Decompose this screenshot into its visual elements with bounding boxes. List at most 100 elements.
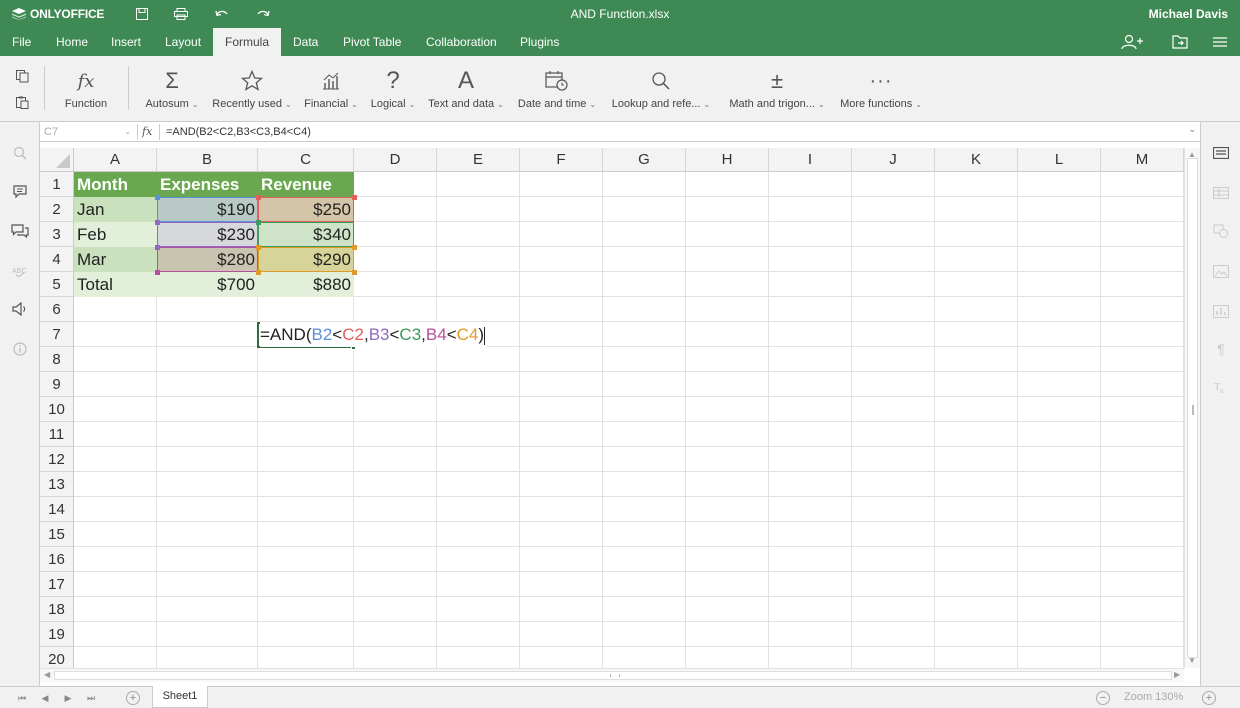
logical-button[interactable]: ? Logical ⌄ — [368, 66, 418, 116]
column-header-i[interactable]: I — [769, 148, 852, 172]
first-sheet-icon[interactable]: ⏮ — [16, 692, 28, 704]
row-header-9[interactable]: 9 — [40, 372, 74, 397]
math-and-trigonometry-button[interactable]: ± Math and trigon... ⌄ — [724, 66, 830, 116]
horizontal-scroll-thumb[interactable] — [54, 671, 1172, 680]
tab-layout[interactable]: Layout — [153, 28, 213, 56]
column-header-c[interactable]: C — [258, 148, 354, 172]
tab-plugins[interactable]: Plugins — [508, 28, 571, 56]
tab-pivot-table[interactable]: Pivot Table — [331, 28, 413, 56]
row-header-16[interactable]: 16 — [40, 547, 74, 572]
row-header-18[interactable]: 18 — [40, 597, 74, 622]
row-header-6[interactable]: 6 — [40, 297, 74, 322]
expand-formula-bar-chevron-down-icon[interactable]: ⌄ — [1188, 124, 1196, 135]
autosum-button[interactable]: Σ Autosum ⌄ — [144, 66, 200, 116]
text-and-data-button[interactable]: A Text and data ⌄ — [426, 66, 506, 116]
ref-handle[interactable] — [155, 270, 160, 275]
search-icon[interactable] — [10, 144, 30, 162]
column-header-m[interactable]: M — [1101, 148, 1184, 172]
row-header-1[interactable]: 1 — [40, 172, 74, 197]
share-user-icon[interactable] — [1120, 33, 1146, 51]
vertical-scrollbar[interactable]: ▲ ▼ — [1184, 148, 1200, 668]
cell-c1[interactable]: Revenue — [258, 172, 354, 197]
column-header-h[interactable]: H — [686, 148, 769, 172]
column-header-l[interactable]: L — [1018, 148, 1101, 172]
paragraph-settings-icon[interactable]: ¶ — [1211, 340, 1231, 358]
save-icon[interactable] — [132, 5, 152, 23]
hamburger-menu-icon[interactable] — [1207, 33, 1233, 51]
open-location-icon[interactable] — [1167, 33, 1193, 51]
scroll-right-icon[interactable]: ▶ — [1174, 670, 1180, 679]
row-header-5[interactable]: 5 — [40, 272, 74, 297]
column-header-k[interactable]: K — [935, 148, 1018, 172]
sheet-tab-sheet1[interactable]: Sheet1 — [152, 686, 208, 708]
feedback-speaker-icon[interactable] — [10, 300, 30, 318]
column-header-g[interactable]: G — [603, 148, 686, 172]
scroll-left-icon[interactable]: ◀ — [44, 670, 50, 679]
recently-used-button[interactable]: Recently used ⌄ — [210, 66, 294, 116]
column-header-e[interactable]: E — [437, 148, 520, 172]
cell-a3[interactable]: Feb — [74, 222, 157, 247]
row-header-2[interactable]: 2 — [40, 197, 74, 222]
tab-file[interactable]: File — [0, 28, 43, 56]
row-header-11[interactable]: 11 — [40, 422, 74, 447]
column-header-f[interactable]: F — [520, 148, 603, 172]
ref-handle[interactable] — [256, 270, 261, 275]
vertical-scroll-thumb[interactable] — [1187, 158, 1198, 658]
tab-insert[interactable]: Insert — [99, 28, 153, 56]
cell-a2[interactable]: Jan — [74, 197, 157, 222]
row-header-13[interactable]: 13 — [40, 472, 74, 497]
insert-function-fx-icon[interactable]: fx — [142, 124, 160, 140]
ref-handle[interactable] — [352, 195, 357, 200]
chat-icon[interactable] — [10, 222, 30, 240]
date-and-time-button[interactable]: Date and time ⌄ — [514, 66, 600, 116]
more-functions-button[interactable]: ··· More functions ⌄ — [838, 66, 924, 116]
row-header-7[interactable]: 7 — [40, 322, 74, 347]
column-header-a[interactable]: A — [74, 148, 157, 172]
column-header-d[interactable]: D — [354, 148, 437, 172]
row-header-4[interactable]: 4 — [40, 247, 74, 272]
user-name[interactable]: Michael Davis — [1149, 7, 1228, 21]
cell-settings-icon[interactable] — [1211, 144, 1231, 162]
zoom-out-icon[interactable]: − — [1096, 691, 1110, 705]
text-art-settings-icon[interactable]: Ta — [1211, 378, 1231, 396]
ref-handle[interactable] — [155, 220, 160, 225]
chart-settings-icon[interactable] — [1211, 302, 1231, 320]
row-header-10[interactable]: 10 — [40, 397, 74, 422]
table-settings-icon[interactable] — [1211, 184, 1231, 202]
redo-icon[interactable] — [253, 5, 273, 23]
copy-icon[interactable] — [13, 68, 31, 84]
cell-c5[interactable]: $880 — [258, 272, 354, 297]
select-all-corner[interactable] — [40, 148, 74, 172]
name-box[interactable]: C7 ⌄ — [40, 124, 138, 140]
ref-handle[interactable] — [256, 220, 261, 225]
row-header-17[interactable]: 17 — [40, 572, 74, 597]
tab-data[interactable]: Data — [281, 28, 330, 56]
insert-function-button[interactable]: fx Function — [60, 66, 112, 116]
row-header-19[interactable]: 19 — [40, 622, 74, 647]
tab-collaboration[interactable]: Collaboration — [414, 28, 509, 56]
paste-icon[interactable] — [13, 94, 31, 110]
row-header-14[interactable]: 14 — [40, 497, 74, 522]
row-header-15[interactable]: 15 — [40, 522, 74, 547]
image-settings-icon[interactable] — [1211, 262, 1231, 280]
lookup-and-reference-button[interactable]: Lookup and refe... ⌄ — [608, 66, 714, 116]
column-header-j[interactable]: J — [852, 148, 935, 172]
ref-handle[interactable] — [352, 270, 357, 275]
ref-handle[interactable] — [155, 245, 160, 250]
tab-formula[interactable]: Formula — [213, 28, 282, 56]
last-sheet-icon[interactable]: ⏭ — [85, 692, 97, 704]
cell-a1[interactable]: Month — [74, 172, 157, 197]
cell-edit-text[interactable]: =AND(B2<C2,B3<C3,B4<C4) — [260, 322, 488, 347]
ref-handle[interactable] — [256, 195, 261, 200]
undo-icon[interactable] — [212, 5, 232, 23]
spellcheck-icon[interactable]: ABC — [10, 262, 30, 280]
formula-input[interactable]: =AND(B2<C2,B3<C3,B4<C4) — [166, 124, 311, 140]
about-info-icon[interactable] — [10, 340, 30, 358]
prev-sheet-icon[interactable]: ◀ — [39, 692, 51, 704]
cell-a5[interactable]: Total — [74, 272, 157, 297]
column-header-b[interactable]: B — [157, 148, 258, 172]
ref-handle[interactable] — [155, 195, 160, 200]
next-sheet-icon[interactable]: ▶ — [62, 692, 74, 704]
tab-home[interactable]: Home — [44, 28, 100, 56]
print-icon[interactable] — [171, 5, 191, 23]
